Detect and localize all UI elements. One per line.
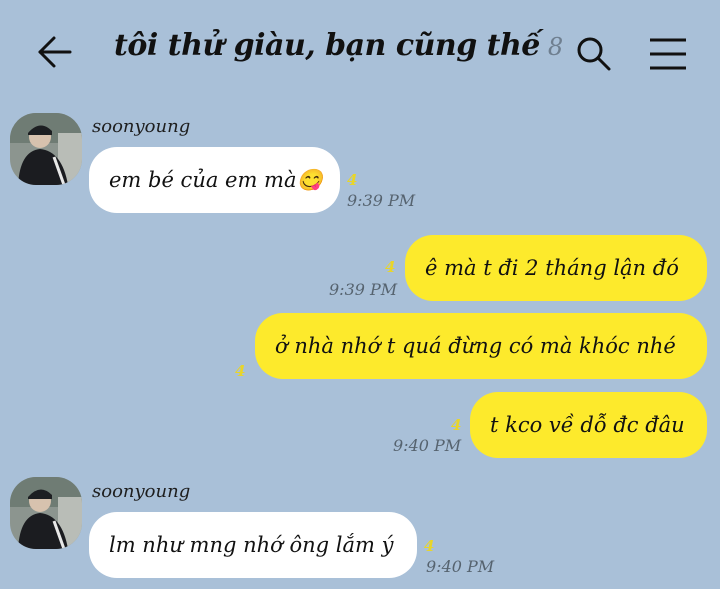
- sender-name: soonyoung: [92, 481, 191, 502]
- message-bubble[interactable]: t kco về dỗ đc đâu: [470, 392, 707, 458]
- search-button[interactable]: [574, 34, 614, 74]
- menu-button[interactable]: [646, 34, 690, 74]
- message-bubble[interactable]: em bé của em mà😋: [89, 147, 340, 213]
- message-time: 9:40 PM: [426, 557, 495, 576]
- back-button[interactable]: [34, 30, 78, 74]
- message-text: em bé của em mà😋: [109, 167, 323, 192]
- message-bubble[interactable]: ở nhà nhớ t quá đừng có mà khóc nhé: [255, 313, 707, 379]
- unread-count: 4: [424, 537, 435, 555]
- message-text: ê mà t đi 2 tháng lận đó: [425, 256, 679, 280]
- message-text: lm như mng nhớ ông lắm ý: [109, 533, 394, 557]
- chat-header: tôi thử giàu, bạn cũng thế 8: [0, 0, 720, 100]
- message-bubble[interactable]: ê mà t đi 2 tháng lận đó: [405, 235, 707, 301]
- chat-title-text: tôi thử giàu, bạn cũng thế: [114, 28, 540, 63]
- avatar[interactable]: [10, 113, 82, 185]
- search-icon: [577, 37, 611, 71]
- unread-count: 4: [385, 258, 396, 276]
- message-time: 9:39 PM: [329, 280, 398, 299]
- member-count: 8: [547, 33, 563, 61]
- menu-icon: [650, 38, 686, 70]
- avatar-image: [10, 477, 82, 549]
- avatar[interactable]: [10, 477, 82, 549]
- message-text: t kco về dỗ đc đâu: [490, 413, 685, 437]
- unread-count: 4: [347, 171, 358, 189]
- message-bubble[interactable]: lm như mng nhớ ông lắm ý: [89, 512, 417, 578]
- unread-count: 4: [451, 416, 462, 434]
- message-time: 9:39 PM: [347, 191, 416, 210]
- message-text: ở nhà nhớ t quá đừng có mà khóc nhé: [275, 334, 676, 358]
- chat-title: tôi thử giàu, bạn cũng thế 8: [114, 28, 563, 63]
- unread-count: 4: [235, 362, 246, 380]
- back-arrow-icon: [38, 36, 72, 68]
- sender-name: soonyoung: [92, 116, 191, 137]
- avatar-image: [10, 113, 82, 185]
- message-time: 9:40 PM: [393, 436, 462, 455]
